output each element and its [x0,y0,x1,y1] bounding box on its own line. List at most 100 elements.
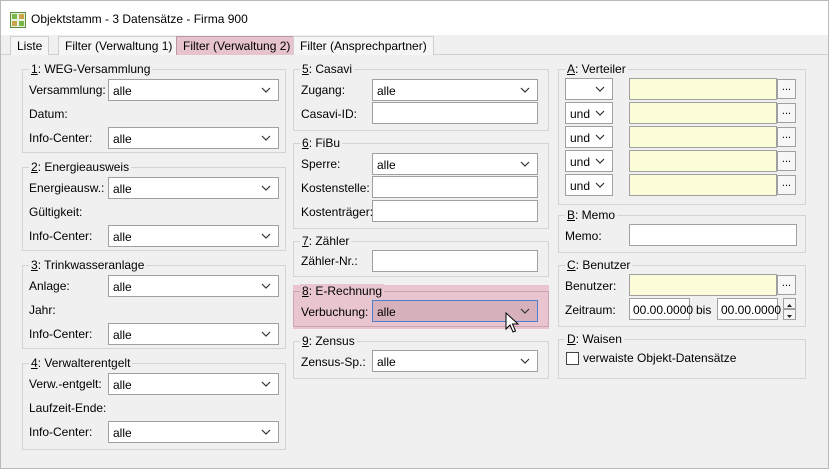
laufzeit-ende-label: Laufzeit-Ende: [29,401,107,415]
verteiler-value-input[interactable] [629,174,777,196]
energie-infocenter-combo[interactable]: alle [108,225,279,247]
zaehler-nr-label: Zähler-Nr.: [301,254,358,268]
verteiler-browse-button[interactable]: ... [777,127,796,147]
group-legend: C: Benutzer [565,258,633,272]
chevron-down-icon [261,283,271,289]
verteiler-value-input[interactable] [629,78,777,100]
spin-up-button[interactable] [783,298,796,309]
group-legend: 8: E-Rechnung [300,284,385,298]
verteiler-op-combo[interactable]: und [565,150,613,172]
verteiler-value-input[interactable] [629,126,777,148]
anlage-label: Anlage: [29,279,70,293]
group-legend: A: Verteiler [565,62,628,76]
datum-label: Datum: [29,107,68,121]
mouse-cursor-icon [505,312,520,333]
chevron-down-icon [261,135,271,141]
verteiler-value-input[interactable] [629,150,777,172]
chevron-down-icon [261,87,271,93]
trinkwasser-infocenter-label: Info-Center: [29,327,93,341]
tab-filter-ansprechpartner[interactable]: Filter (Ansprechpartner) [293,36,434,55]
verteiler-browse-button[interactable]: ... [777,103,796,123]
sperre-combo[interactable]: alle [372,153,538,175]
chevron-down-icon [595,158,605,164]
zeitraum-spinner[interactable] [783,298,796,320]
tab-liste[interactable]: Liste [10,36,50,55]
verwalterentgelt-combo[interactable]: alle [108,373,279,395]
arrow-down-icon [787,315,792,318]
group-legend: 5: Casavi [300,62,355,76]
verwalterentgelt-infocenter-label: Info-Center: [29,425,93,439]
spin-down-button[interactable] [783,309,796,320]
chevron-down-icon [261,429,271,435]
chevron-down-icon [520,87,530,93]
weg-infocenter-combo[interactable]: alle [108,127,279,149]
chevron-down-icon [261,233,271,239]
chevron-down-icon [520,161,530,167]
zensus-sp-combo[interactable]: alle [372,350,538,372]
zeitraum-label: Zeitraum: [565,303,616,317]
zugang-label: Zugang: [301,83,346,97]
chevron-down-icon [520,358,530,364]
kostenstelle-label: Kostenstelle: [301,181,370,195]
chevron-down-icon [261,331,271,337]
group-legend: 7: Zähler [300,234,352,248]
verteiler-browse-button[interactable]: ... [777,151,796,171]
verteiler-op-combo[interactable]: und [565,102,613,124]
verteiler-op-combo[interactable]: und [565,174,613,196]
jahr-label: Jahr: [29,303,56,317]
bis-label: bis [696,303,712,317]
group-legend: 6: FiBu [300,136,343,150]
energieausweis-combo[interactable]: alle [108,177,279,199]
zeitraum-to-input[interactable]: 00.00.0000 [717,298,781,320]
casavi-id-input[interactable] [372,102,538,124]
application-window: Objektstamm - 3 Datensätze - Firma 900 L… [0,0,829,469]
verwalterentgelt-infocenter-combo[interactable]: alle [108,421,279,443]
title-bar: Objektstamm - 3 Datensätze - Firma 900 [1,1,828,35]
verteiler-browse-button[interactable]: ... [777,175,796,195]
weg-infocenter-label: Info-Center: [29,131,93,145]
memo-input[interactable] [629,224,797,246]
versammlung-label: Versammlung: [29,83,106,97]
chevron-down-icon [261,381,271,387]
benutzer-input[interactable] [629,274,777,296]
anlage-combo[interactable]: alle [108,275,279,297]
trinkwasser-infocenter-combo[interactable]: alle [108,323,279,345]
tab-bar: Liste Filter (Verwaltung 1) Filter (Verw… [1,35,828,55]
energieausweis-label: Energieausw.: [29,181,105,195]
verwaiste-objekt-checkbox[interactable] [566,352,579,365]
group-legend: B: Memo [565,208,618,222]
tab-filter-verwaltung-2[interactable]: Filter (Verwaltung 2) [176,36,298,55]
zeitraum-from-input[interactable]: 00.00.0000 [629,298,693,320]
casavi-id-label: Casavi-ID: [301,107,358,121]
versammlung-combo[interactable]: alle [108,79,279,101]
energie-infocenter-label: Info-Center: [29,229,93,243]
tab-filter-verwaltung-1[interactable]: Filter (Verwaltung 1) [58,36,180,55]
verwaiste-objekt-label[interactable]: verwaiste Objekt-Datensätze [583,351,736,365]
chevron-down-icon [595,134,605,140]
group-legend: 4: Verwalterentgelt [29,356,133,370]
benutzer-label: Benutzer: [565,279,617,293]
verteiler-browse-button[interactable]: ... [777,79,796,99]
window-title: Objektstamm - 3 Datensätze - Firma 900 [31,12,248,26]
zaehler-nr-input[interactable] [372,250,538,272]
sperre-label: Sperre: [301,157,341,171]
zensus-sp-label: Zensus-Sp.: [301,355,366,369]
verteiler-op-combo[interactable] [565,78,613,100]
benutzer-browse-button[interactable]: ... [777,275,796,295]
zugang-combo[interactable]: alle [372,79,538,101]
kostenstelle-input[interactable] [372,176,538,198]
chevron-down-icon [595,86,605,92]
kostentraeger-input[interactable] [372,200,538,222]
memo-label: Memo: [565,229,602,243]
group-legend: 9: Zensus [300,334,357,348]
chevron-down-icon [595,110,605,116]
verwalterentgelt-label: Verw.-entgelt: [29,377,102,391]
verbuchung-label: Verbuchung: [301,305,369,319]
group-legend: D: Waisen [565,332,624,346]
verteiler-value-input[interactable] [629,102,777,124]
chevron-down-icon [595,182,605,188]
group-legend: 3: Trinkwasseranlage [29,258,147,272]
gueltigkeit-label: Gültigkeit: [29,205,83,219]
kostentraeger-label: Kostenträger: [301,205,374,219]
verteiler-op-combo[interactable]: und [565,126,613,148]
